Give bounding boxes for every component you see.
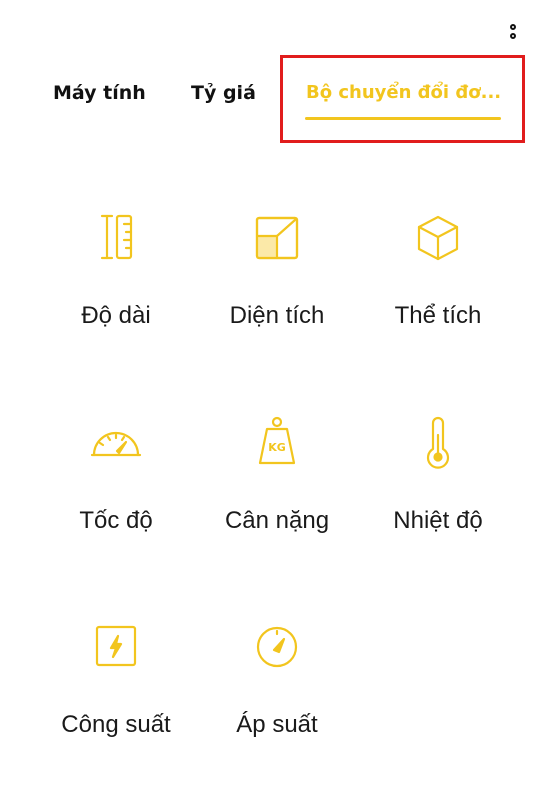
tab-exchange-rate[interactable]: Tỷ giá xyxy=(191,82,256,104)
more-vertical-icon xyxy=(510,23,516,30)
ruler-icon xyxy=(86,208,146,268)
speedometer-icon xyxy=(86,413,146,473)
tile-temperature[interactable]: Nhiệt độ xyxy=(353,413,523,563)
highlight-annotation-box xyxy=(280,55,525,143)
more-options-button[interactable] xyxy=(498,16,528,46)
tile-power[interactable]: Công suất xyxy=(31,617,201,767)
tile-label: Tốc độ xyxy=(79,507,153,534)
pressure-gauge-icon xyxy=(247,617,307,677)
svg-text:KG: KG xyxy=(268,441,286,454)
tile-label: Diện tích xyxy=(229,302,325,329)
tile-label: Áp suất xyxy=(236,711,318,738)
power-icon xyxy=(86,617,146,677)
area-icon xyxy=(247,208,307,268)
tile-pressure[interactable]: Áp suất xyxy=(192,617,362,767)
tile-length[interactable]: Độ dài xyxy=(31,208,201,358)
thermometer-icon xyxy=(408,413,468,473)
tile-weight[interactable]: KG Cân nặng xyxy=(192,413,362,563)
tile-label: Thể tích xyxy=(394,302,482,329)
tile-label: Nhiệt độ xyxy=(393,507,483,534)
tile-label: Độ dài xyxy=(81,302,151,329)
tile-label: Cân nặng xyxy=(224,507,330,534)
tile-volume[interactable]: Thể tích xyxy=(353,208,523,358)
unit-converter-screen: Máy tính Tỷ giá Bộ chuyển đổi đơ... Độ d… xyxy=(0,0,555,800)
tab-calculator[interactable]: Máy tính xyxy=(53,82,146,104)
more-vertical-icon-dot xyxy=(510,32,516,39)
cube-icon xyxy=(408,208,468,268)
tile-label: Công suất xyxy=(61,711,171,738)
tile-speed[interactable]: Tốc độ xyxy=(31,413,201,563)
tile-area[interactable]: Diện tích xyxy=(192,208,362,358)
weight-kg-icon: KG xyxy=(247,413,307,473)
